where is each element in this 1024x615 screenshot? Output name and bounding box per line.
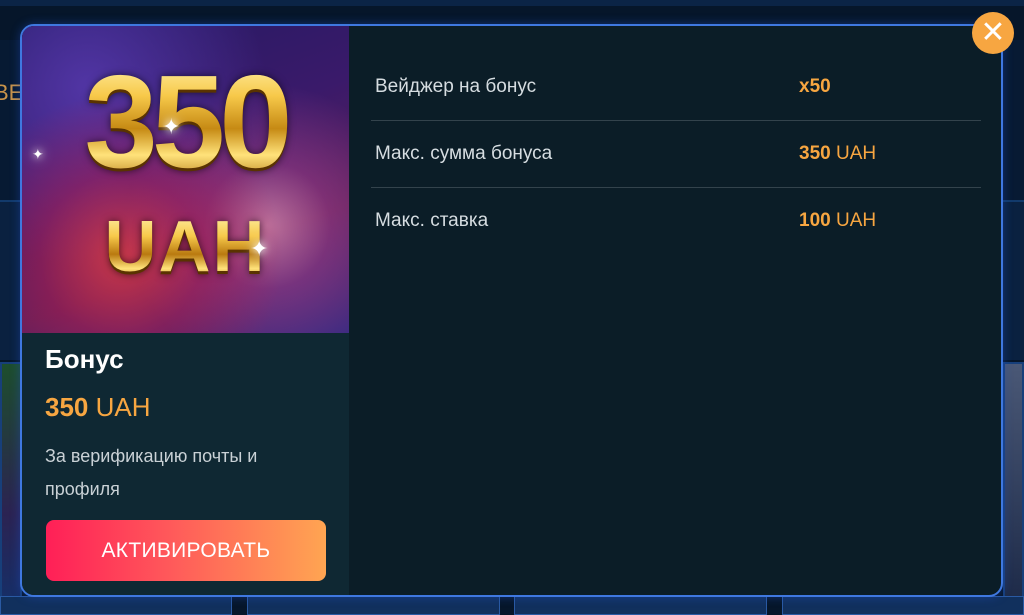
detail-row-wager: Вейджер на бонус x50 (371, 54, 981, 121)
detail-value-number: 350 (799, 143, 831, 164)
detail-value: x50 (799, 76, 831, 98)
detail-value-currency: UAH (835, 210, 877, 231)
bonus-modal: 350 UAH ✦ ✦ ✦ Бонус 350 UAH За верификац… (20, 24, 1003, 597)
bonus-description: За верификацию почты и профиля (45, 446, 258, 499)
detail-value-number: x50 (799, 76, 831, 97)
banner-currency: UAH (22, 211, 349, 283)
background-tile-footer (0, 596, 232, 615)
bonus-amount-value: 350 (45, 392, 89, 422)
detail-row-max-bet: Макс. ставка 100 UAH (371, 188, 981, 255)
detail-value-number: 100 (799, 210, 831, 231)
bonus-banner-image: 350 UAH ✦ ✦ ✦ (22, 26, 349, 333)
detail-value: 100 UAH (799, 210, 876, 232)
banner-amount: 350 (22, 56, 349, 188)
background-game-tile (0, 362, 22, 615)
detail-value: 350 UAH (799, 143, 876, 165)
detail-label: Макс. сумма бонуса (375, 143, 553, 164)
bonus-card: 350 UAH ✦ ✦ ✦ Бонус 350 UAH За верификац… (22, 26, 349, 595)
bonus-title: Бонус (45, 344, 124, 374)
detail-value-currency: UAH (835, 143, 877, 164)
background-tile-footer (247, 596, 500, 615)
bonus-amount: 350 UAH (45, 392, 151, 423)
background-tile-footer (782, 596, 1024, 615)
activate-button[interactable]: АКТИВИРОВАТЬ (46, 520, 326, 581)
bonus-amount-currency: UAH (95, 392, 151, 422)
background-game-tile (1003, 362, 1024, 615)
sparkle-icon: ✦ (32, 146, 44, 162)
sparkle-icon: ✦ (250, 236, 269, 261)
bonus-details: Вейджер на бонус x50 Макс. сумма бонуса … (371, 54, 981, 255)
close-button[interactable]: ✕ (972, 12, 1014, 54)
detail-label: Макс. ставка (375, 210, 489, 231)
close-icon: ✕ (980, 16, 1006, 49)
detail-label: Вейджер на бонус (375, 76, 537, 97)
background-top-bar (0, 0, 1024, 6)
background-tile-footer (514, 596, 767, 615)
sparkle-icon: ✦ (162, 114, 181, 139)
detail-row-max-bonus: Макс. сумма бонуса 350 UAH (371, 121, 981, 188)
